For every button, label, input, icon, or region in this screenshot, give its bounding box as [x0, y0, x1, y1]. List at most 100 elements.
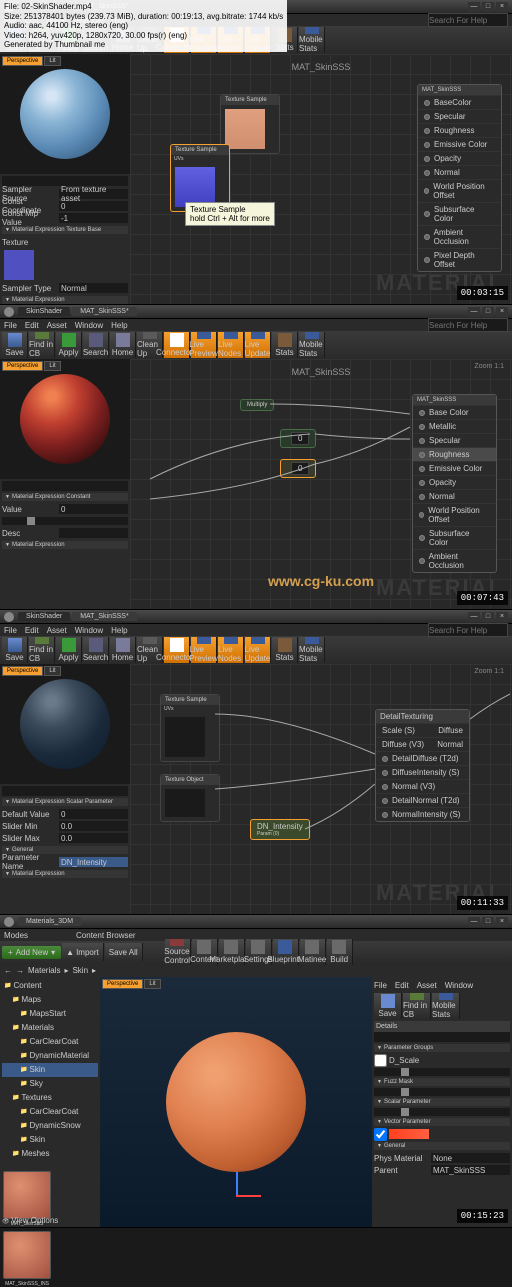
pin-icon[interactable] [382, 770, 388, 776]
prop-section[interactable]: Material Expression [2, 870, 128, 878]
close-button[interactable]: × [496, 612, 508, 622]
pin-icon[interactable] [424, 234, 430, 240]
constant-node-1[interactable]: 0 [280, 429, 316, 448]
import-button[interactable]: ▲Import [62, 943, 104, 961]
liveupdate-button[interactable]: Live Update [245, 332, 271, 358]
node-graph[interactable]: MAT_SkinSSS Texture Sample Texture Sampl… [130, 54, 512, 304]
pin-icon[interactable] [419, 452, 425, 458]
color-swatch[interactable] [389, 1129, 429, 1139]
home-button[interactable]: Home [110, 332, 136, 358]
nav-fwd-icon[interactable]: → [16, 966, 24, 975]
prop-section[interactable]: Material Expression [2, 541, 128, 549]
constant-node-2[interactable]: 0 [280, 459, 316, 478]
material-preview[interactable]: Perspective Lit [0, 664, 130, 784]
viewport[interactable]: Perspective Lit [100, 977, 372, 1227]
pin-icon[interactable] [419, 494, 425, 500]
menu-file[interactable]: File [4, 321, 17, 330]
menu-window[interactable]: Window [75, 321, 103, 330]
maximize-button[interactable]: □ [482, 612, 494, 622]
find-button[interactable]: Find in CB [29, 332, 55, 358]
tab-skinshader[interactable]: SkinShader [18, 307, 70, 316]
pin-icon[interactable] [424, 188, 429, 194]
node-graph[interactable]: Zoom 1:1 Texture Sample UVs Texture Obje… [130, 664, 512, 914]
tab-material[interactable]: MAT_SkinSSS* [72, 307, 137, 316]
pin-icon[interactable] [382, 812, 388, 818]
pin-icon[interactable] [419, 424, 425, 430]
maximize-button[interactable]: □ [482, 2, 494, 12]
add-new-button[interactable]: +Add New▾ [2, 946, 61, 959]
prop-section[interactable]: Material Expression Texture Base [2, 226, 128, 234]
lit-tab[interactable]: Lit [44, 666, 60, 676]
prop-section[interactable]: General [374, 1142, 510, 1150]
pin-icon[interactable] [424, 170, 430, 176]
save-button[interactable]: Save [2, 332, 28, 358]
pin-icon[interactable] [419, 410, 425, 416]
tree-item[interactable]: Content [2, 979, 98, 993]
node-graph[interactable]: MAT_SkinSSS Zoom 1:1 Multiply 0 0 MAT_Sk… [130, 359, 512, 609]
pin-icon[interactable] [419, 535, 425, 541]
texture-swatch[interactable] [4, 250, 34, 280]
prop-section[interactable]: Material Expression Scalar Parameter [2, 798, 128, 806]
home-button[interactable]: Home [110, 637, 136, 663]
prop-section[interactable]: Vector Parameter [374, 1118, 510, 1126]
details-search[interactable] [2, 481, 128, 491]
apply-button[interactable]: Apply [56, 332, 82, 358]
pin-icon[interactable] [424, 211, 430, 217]
mobilestats-button[interactable]: Mobile Stats [299, 27, 325, 53]
liveupdate-button[interactable]: Live Update [245, 637, 271, 663]
pin-icon[interactable] [382, 756, 388, 762]
pin-icon[interactable] [424, 257, 430, 263]
menu-edit[interactable]: Edit [395, 981, 409, 990]
help-search-input[interactable] [428, 318, 508, 332]
tree-item[interactable]: Meshes [2, 1147, 98, 1161]
menu-edit[interactable]: Edit [25, 321, 39, 330]
pin-icon[interactable] [424, 156, 430, 162]
find-button[interactable]: Find in CB [403, 993, 431, 1019]
close-button[interactable]: × [496, 307, 508, 317]
breadcrumb-item[interactable]: Materials [28, 966, 60, 975]
close-button[interactable]: × [496, 2, 508, 12]
prop-value[interactable]: Normal [59, 283, 128, 293]
menu-window[interactable]: Window [75, 626, 103, 635]
value-slider[interactable] [374, 1108, 510, 1116]
perspective-tab[interactable]: Perspective [2, 361, 43, 371]
value-slider[interactable] [374, 1088, 510, 1096]
pin-icon[interactable] [419, 466, 425, 472]
checkbox[interactable] [374, 1054, 387, 1067]
tab-materials[interactable]: Materials_3DM [18, 917, 81, 926]
prop-value[interactable]: -1 [59, 213, 128, 223]
material-preview[interactable]: Perspective Lit [0, 359, 130, 479]
material-output-node[interactable]: MAT_SkinSSS BaseColor Specular Roughness… [417, 84, 502, 272]
texture-object-node[interactable]: Texture Object [160, 774, 220, 822]
pin-icon[interactable] [424, 128, 430, 134]
pin-icon[interactable] [419, 480, 425, 486]
tree-item[interactable]: Skin [2, 1133, 98, 1147]
asset-item[interactable]: MAT_SkinSSS_INS [2, 1231, 52, 1287]
perspective-tab[interactable]: Perspective [2, 666, 43, 676]
pin-icon[interactable] [382, 784, 388, 790]
maximize-button[interactable]: □ [482, 307, 494, 317]
maximize-button[interactable]: □ [482, 917, 494, 927]
prop-value[interactable]: 0.0 [59, 821, 128, 831]
menu-file[interactable]: File [374, 981, 387, 990]
menu-asset[interactable]: Asset [47, 626, 67, 635]
value-slider[interactable] [374, 1068, 510, 1076]
tree-item[interactable]: Sky [2, 1077, 98, 1091]
search-button[interactable]: Search [83, 332, 109, 358]
build-button[interactable]: Build [327, 939, 353, 965]
mobilestats-button[interactable]: Mobile Stats [299, 332, 325, 358]
breadcrumb-item[interactable]: Skin [72, 966, 88, 975]
tab-material[interactable]: MAT_SkinSSS* [72, 612, 137, 621]
mobilestats-button[interactable]: Mobile Stats [299, 637, 325, 663]
pin-icon[interactable] [424, 100, 430, 106]
connector-button[interactable]: Connectors [164, 637, 190, 663]
menu-window[interactable]: Window [445, 981, 473, 990]
menu-edit[interactable]: Edit [25, 626, 39, 635]
apply-button[interactable]: Apply [56, 637, 82, 663]
prop-value[interactable]: 0 [59, 809, 128, 819]
menu-help[interactable]: Help [111, 321, 127, 330]
dn-intensity-node[interactable]: DN_Intensity Param (0) [250, 819, 310, 840]
perspective-tab[interactable]: Perspective [102, 979, 143, 989]
prop-section[interactable]: Material Expression Constant [2, 493, 128, 501]
connector-button[interactable]: Connectors [164, 332, 190, 358]
